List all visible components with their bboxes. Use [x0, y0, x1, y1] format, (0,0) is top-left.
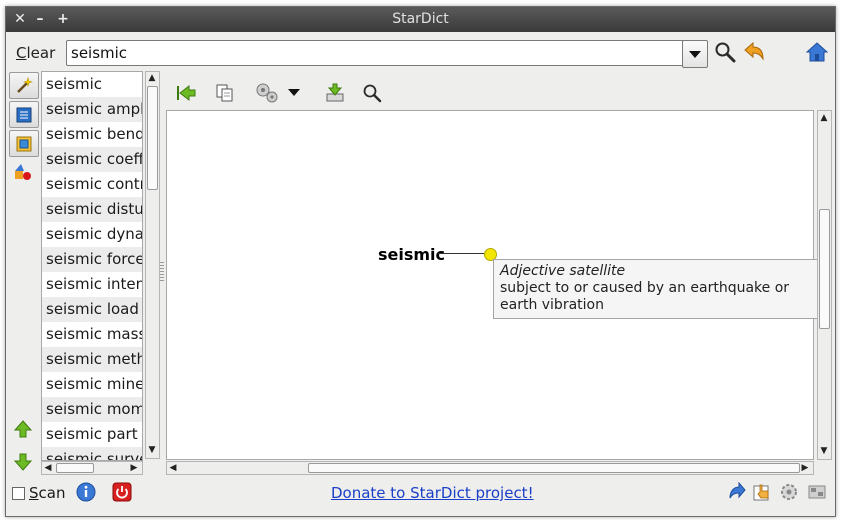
definition-tooltip: Adjective satellite subject to or caused… — [493, 259, 825, 319]
scrollbar-thumb[interactable] — [147, 86, 158, 190]
search-button[interactable] — [712, 39, 738, 65]
toolbar-save-button[interactable] — [321, 81, 349, 105]
scroll-right-arrow-icon[interactable]: ▶ — [128, 462, 140, 474]
magic-wand-icon — [17, 76, 33, 93]
copy-icon — [216, 84, 233, 102]
word-list-vertical-scrollbar[interactable]: ▲ ▼ — [145, 71, 160, 459]
list-item[interactable]: seismic intens — [42, 272, 142, 297]
sidebar-results-button[interactable] — [9, 101, 39, 128]
toolbar-copy-button[interactable] — [211, 81, 239, 105]
back-button[interactable] — [741, 39, 767, 65]
sidebar-shapes-button[interactable] — [9, 159, 37, 184]
list-item[interactable]: seismic force — [42, 247, 142, 272]
toolbar-settings-dropdown[interactable] — [286, 81, 302, 105]
list-item[interactable]: seismic mome — [42, 397, 142, 422]
list-item[interactable]: seismic — [42, 72, 142, 97]
list-item[interactable]: seismic distur — [42, 197, 142, 222]
previous-word-button[interactable] — [9, 416, 37, 441]
find-in-page-icon — [363, 84, 382, 103]
chevron-down-icon — [288, 89, 300, 96]
dictionary-manager-icon — [808, 485, 826, 499]
next-word-button[interactable] — [9, 449, 37, 474]
list-item[interactable]: seismic load — [42, 297, 142, 322]
list-item[interactable]: seismic mass — [42, 322, 142, 347]
pane-splitter[interactable] — [160, 262, 164, 282]
gear-icon — [781, 484, 797, 500]
stardict-window: ✕ – + StarDict Clear seismic seismic amp… — [5, 6, 836, 517]
word-list-horizontal-scrollbar[interactable]: ◀ ▶ — [41, 461, 143, 475]
go-first-icon — [177, 84, 196, 102]
home-button[interactable] — [804, 39, 830, 65]
fetch-words-button[interactable] — [724, 480, 748, 504]
donate-link[interactable]: Donate to StarDict project! — [331, 484, 534, 502]
scan-label-rest: can — [38, 484, 66, 502]
toolbar-settings-button[interactable] — [253, 81, 281, 105]
scrollbar-thumb[interactable] — [56, 463, 94, 473]
clear-button[interactable]: Clear — [16, 42, 56, 64]
search-input[interactable] — [66, 40, 685, 66]
scan-label[interactable]: Scan — [29, 484, 65, 502]
headword-connector-line — [438, 253, 490, 254]
sidebar-wordlist-button[interactable] — [9, 72, 39, 99]
about-button[interactable] — [74, 480, 98, 504]
dictionary-tree-icon — [16, 136, 32, 151]
part-of-speech: Adjective satellite — [500, 263, 626, 279]
list-item[interactable]: seismic metho — [42, 347, 142, 372]
power-icon — [112, 482, 132, 502]
search-icon — [715, 42, 736, 63]
info-icon — [76, 482, 96, 502]
scan-mnemonic: S — [29, 484, 39, 502]
definition-vertical-scrollbar[interactable]: ▲ ▼ — [817, 110, 832, 460]
window-title: StarDict — [392, 11, 449, 27]
scan-checkbox[interactable] — [12, 487, 25, 500]
arrow-down-icon — [13, 453, 33, 471]
save-to-file-icon — [326, 83, 344, 102]
list-item[interactable]: seismic surve — [42, 447, 142, 460]
redo-arrow-icon — [729, 482, 746, 499]
sidebar-tree-button[interactable] — [9, 130, 39, 157]
toolbar-find-button[interactable] — [358, 81, 386, 105]
undo-arrow-icon — [744, 41, 764, 61]
scroll-right-arrow-icon[interactable]: ▶ — [799, 462, 811, 474]
result-list-icon — [16, 107, 32, 122]
scrollbar-thumb[interactable] — [308, 463, 800, 473]
home-icon — [806, 42, 828, 62]
list-item[interactable]: seismic amplit — [42, 97, 142, 122]
dictionary-manager-button[interactable] — [805, 480, 829, 504]
shapes-icon — [15, 163, 31, 180]
list-item[interactable]: seismic part (a — [42, 422, 142, 447]
search-history-dropdown[interactable] — [682, 40, 708, 68]
definition-horizontal-scrollbar[interactable]: ◀ ▶ — [166, 461, 814, 475]
list-item[interactable]: seismic miner — [42, 372, 142, 397]
scroll-up-arrow-icon[interactable]: ▲ — [146, 72, 158, 84]
quit-button[interactable] — [110, 480, 134, 504]
definition-headword: seismic — [378, 245, 446, 264]
clear-label: lear — [26, 44, 56, 62]
manual-button[interactable] — [750, 480, 774, 504]
gears-icon — [256, 83, 278, 103]
list-item[interactable]: seismic contra — [42, 172, 142, 197]
preferences-button[interactable] — [777, 480, 801, 504]
definition-gloss: subject to or caused by an earthquake or… — [500, 280, 790, 313]
toolbar-back-button[interactable] — [172, 81, 200, 105]
title-bar[interactable]: ✕ – + StarDict — [6, 7, 835, 32]
scroll-left-arrow-icon[interactable]: ◀ — [42, 462, 54, 474]
list-item[interactable]: seismic coeffi — [42, 147, 142, 172]
clear-mnemonic: C — [16, 44, 27, 62]
arrow-up-icon — [13, 419, 33, 437]
scrollbar-thumb[interactable] — [819, 209, 830, 329]
hand-pointer-icon — [753, 484, 769, 501]
scroll-up-arrow-icon[interactable]: ▲ — [818, 112, 830, 124]
scroll-down-arrow-icon[interactable]: ▼ — [146, 444, 158, 456]
scroll-down-arrow-icon[interactable]: ▼ — [818, 445, 830, 457]
word-list[interactable]: seismic seismic amplit seismic bendi sei… — [41, 71, 143, 461]
list-item[interactable]: seismic dynam — [42, 222, 142, 247]
scroll-left-arrow-icon[interactable]: ◀ — [167, 462, 179, 474]
list-item[interactable]: seismic bendi — [42, 122, 142, 147]
